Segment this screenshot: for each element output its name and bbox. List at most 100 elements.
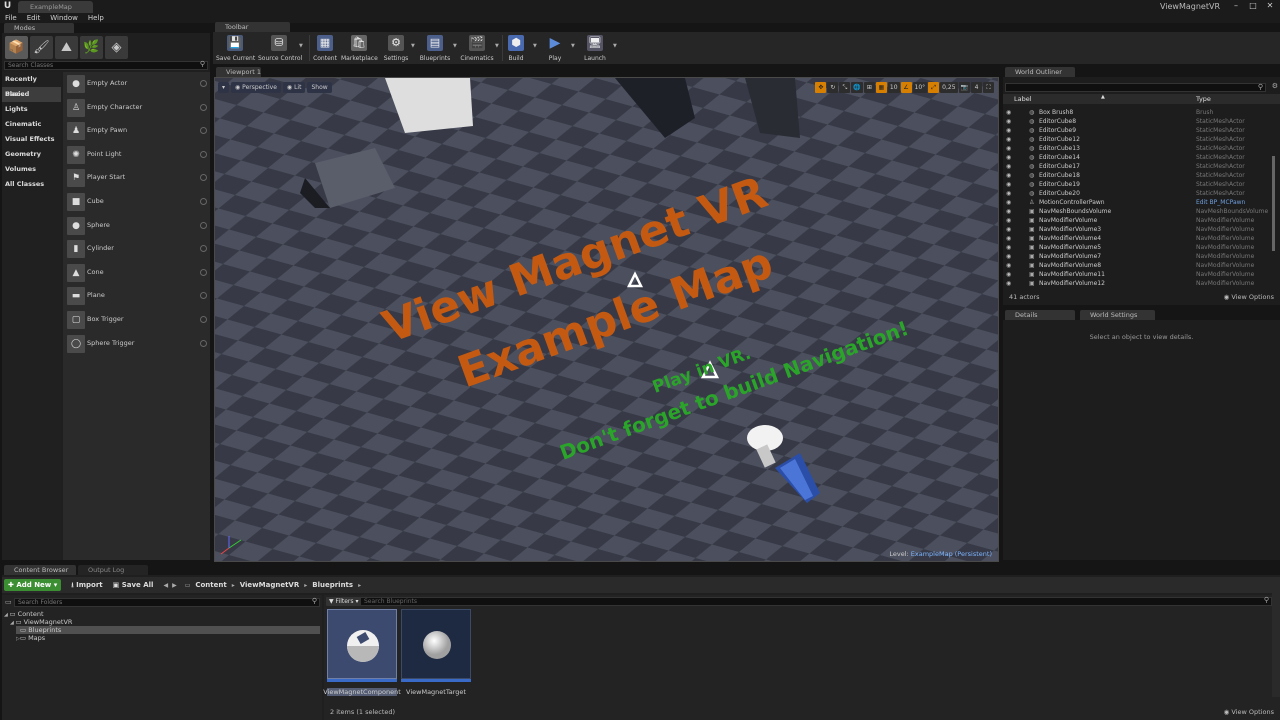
- folder-options-icon[interactable]: ▭: [5, 598, 12, 606]
- info-icon[interactable]: [200, 103, 207, 111]
- list-item[interactable]: ⚑ Player Start: [63, 166, 210, 190]
- chevron-down-icon[interactable]: ▼: [299, 43, 303, 49]
- outliner-row[interactable]: ◉ ◍ EditorCube9 StaticMeshActor: [1003, 126, 1269, 135]
- visibility-eye-icon[interactable]: ◉: [1006, 108, 1011, 117]
- content-view-options-button[interactable]: ◉ View Options: [1224, 708, 1274, 716]
- visibility-eye-icon[interactable]: ◉: [1006, 207, 1011, 216]
- category-all-classes[interactable]: All Classes: [2, 177, 61, 192]
- save-current-button[interactable]: 💾 Save Current: [216, 35, 255, 62]
- info-icon[interactable]: [200, 197, 207, 205]
- list-item[interactable]: ▮ Cylinder: [63, 237, 210, 261]
- outliner-row[interactable]: ◉ ▣ NavMeshBoundsVolume NavMeshBoundsVolume: [1003, 207, 1269, 216]
- category-lights[interactable]: Lights: [2, 102, 61, 117]
- surface-snap-icon[interactable]: ⊞: [863, 81, 875, 93]
- source-control-button[interactable]: ⛁ Source Control: [258, 35, 302, 62]
- category-geometry[interactable]: Geometry: [2, 147, 61, 162]
- rotation-snap-icon[interactable]: ∠: [900, 81, 912, 93]
- rotation-snap-value[interactable]: 10°: [912, 81, 928, 93]
- build-button[interactable]: ⬢ Build: [505, 35, 527, 62]
- info-icon[interactable]: [200, 221, 207, 229]
- modes-tab[interactable]: Modes: [4, 23, 74, 33]
- asset-search-input[interactable]: Search Blueprints ⚲: [360, 597, 1272, 606]
- info-icon[interactable]: [200, 245, 207, 253]
- type-column-header[interactable]: Type: [1196, 95, 1211, 103]
- content-browser-tab[interactable]: Content Browser: [4, 565, 76, 575]
- visibility-eye-icon[interactable]: ◉: [1006, 144, 1011, 153]
- list-item[interactable]: ♟ Empty Pawn: [63, 119, 210, 143]
- search-classes-input[interactable]: Search Classes ⚲: [4, 61, 208, 70]
- save-all-button[interactable]: ▣ Save All: [109, 579, 158, 591]
- back-arrow-icon[interactable]: ◀: [163, 582, 168, 589]
- add-new-button[interactable]: ✚ Add New ▾: [4, 579, 62, 591]
- visibility-eye-icon[interactable]: ◉: [1006, 261, 1011, 270]
- menu-edit[interactable]: Edit: [27, 13, 41, 23]
- outliner-row[interactable]: ◉ ◍ EditorCube13 StaticMeshActor: [1003, 144, 1269, 153]
- outliner-row[interactable]: ◉ ◍ EditorCube12 StaticMeshActor: [1003, 135, 1269, 144]
- outliner-row[interactable]: ◉ ▣ NavModifierVolume8 NavModifierVolume: [1003, 261, 1269, 270]
- chevron-down-icon[interactable]: ▼: [571, 43, 575, 49]
- translate-icon[interactable]: ✥: [815, 81, 827, 93]
- foliage-mode-icon[interactable]: 🌿: [80, 36, 103, 59]
- category-basic[interactable]: Basic: [2, 87, 61, 102]
- play-button[interactable]: ▶ Play: [543, 35, 567, 62]
- actor-type[interactable]: Edit BP_MCPawn: [1196, 198, 1245, 207]
- breadcrumb-content[interactable]: Content: [195, 581, 226, 589]
- camera-speed-icon[interactable]: 📷: [958, 81, 970, 93]
- cinematics-button[interactable]: 🎬 Cinematics: [460, 35, 494, 62]
- minimize-icon[interactable]: –: [1228, 0, 1244, 13]
- chevron-down-icon[interactable]: ▼: [453, 43, 457, 49]
- visibility-eye-icon[interactable]: ◉: [1006, 198, 1011, 207]
- close-icon[interactable]: ✕: [1262, 0, 1278, 13]
- list-item[interactable]: ▢ Box Trigger: [63, 308, 210, 332]
- menu-file[interactable]: File: [5, 13, 17, 23]
- outliner-view-options-button[interactable]: ◉ View Options: [1224, 293, 1274, 301]
- world-settings-tab[interactable]: World Settings: [1080, 310, 1155, 320]
- forward-arrow-icon[interactable]: ▶: [172, 582, 177, 589]
- outliner-row[interactable]: ◉ ◍ EditorCube14 StaticMeshActor: [1003, 153, 1269, 162]
- level-viewport[interactable]: View Magnet VR Example Map Play in VR. D…: [214, 77, 999, 562]
- paint-mode-icon[interactable]: 🖌: [30, 36, 53, 59]
- world-outliner-tab[interactable]: World Outliner: [1005, 67, 1075, 77]
- category-cinematic[interactable]: Cinematic: [2, 117, 61, 132]
- lit-button[interactable]: ◉ Lit: [282, 81, 306, 93]
- outliner-row[interactable]: ◉ ▣ NavModifierVolume NavModifierVolume: [1003, 216, 1269, 225]
- grid-snap-icon[interactable]: ▦: [875, 81, 887, 93]
- outliner-options-icon[interactable]: ⚙: [1272, 82, 1278, 90]
- content-button[interactable]: ▦ Content: [312, 35, 338, 62]
- asset-tile-viewmagnettarget[interactable]: ViewMagnetTarget: [401, 609, 471, 696]
- outliner-row[interactable]: ◉ ▣ NavModifierVolume3 NavModifierVolume: [1003, 225, 1269, 234]
- tree-item-blueprints[interactable]: ▭ Blueprints: [16, 626, 320, 634]
- visibility-eye-icon[interactable]: ◉: [1006, 243, 1011, 252]
- visibility-eye-icon[interactable]: ◉: [1006, 180, 1011, 189]
- place-mode-icon[interactable]: 📦: [5, 36, 28, 59]
- visibility-eye-icon[interactable]: ◉: [1006, 117, 1011, 126]
- visibility-eye-icon[interactable]: ◉: [1006, 171, 1011, 180]
- outliner-row[interactable]: ◉ ◍ EditorCube8 StaticMeshActor: [1003, 117, 1269, 126]
- scale-snap-icon[interactable]: ⤢: [928, 81, 940, 93]
- info-icon[interactable]: [200, 292, 207, 300]
- visibility-eye-icon[interactable]: ◉: [1006, 153, 1011, 162]
- visibility-eye-icon[interactable]: ◉: [1006, 252, 1011, 261]
- perspective-button[interactable]: ◉ Perspective: [231, 81, 281, 93]
- outliner-row[interactable]: ◉ ▣ NavModifierVolume11 NavModifierVolume: [1003, 270, 1269, 279]
- asset-tile-viewmagnetcomponent[interactable]: ViewMagnetComponent: [323, 609, 401, 696]
- details-tab[interactable]: Details: [1005, 310, 1075, 320]
- scale-snap-value[interactable]: 0,25: [940, 81, 958, 93]
- tree-item-viewmagnetvr[interactable]: ◢ ▭ ViewMagnetVR: [10, 618, 320, 626]
- info-icon[interactable]: [200, 150, 207, 158]
- viewport-tab[interactable]: Viewport 1: [216, 67, 261, 77]
- world-icon[interactable]: 🌐: [851, 81, 863, 93]
- launch-button[interactable]: 🖥 Launch: [581, 35, 609, 62]
- visibility-eye-icon[interactable]: ◉: [1006, 279, 1011, 288]
- chevron-down-icon[interactable]: ▼: [411, 43, 415, 49]
- visibility-eye-icon[interactable]: ◉: [1006, 270, 1011, 279]
- list-item[interactable]: ✺ Point Light: [63, 143, 210, 167]
- list-item[interactable]: ◯ Sphere Trigger: [63, 332, 210, 356]
- chevron-down-icon[interactable]: ▼: [495, 43, 499, 49]
- outliner-row[interactable]: ◉ ◍ Box Brush8 Brush: [1003, 108, 1269, 117]
- outliner-row[interactable]: ◉ ◍ EditorCube17 StaticMeshActor: [1003, 162, 1269, 171]
- list-item[interactable]: ● Empty Actor: [63, 72, 210, 96]
- output-log-tab[interactable]: Output Log: [78, 565, 148, 575]
- viewport-options-button[interactable]: ▾: [218, 81, 230, 93]
- breadcrumb-viewmagnetvr[interactable]: ViewMagnetVR: [240, 581, 300, 589]
